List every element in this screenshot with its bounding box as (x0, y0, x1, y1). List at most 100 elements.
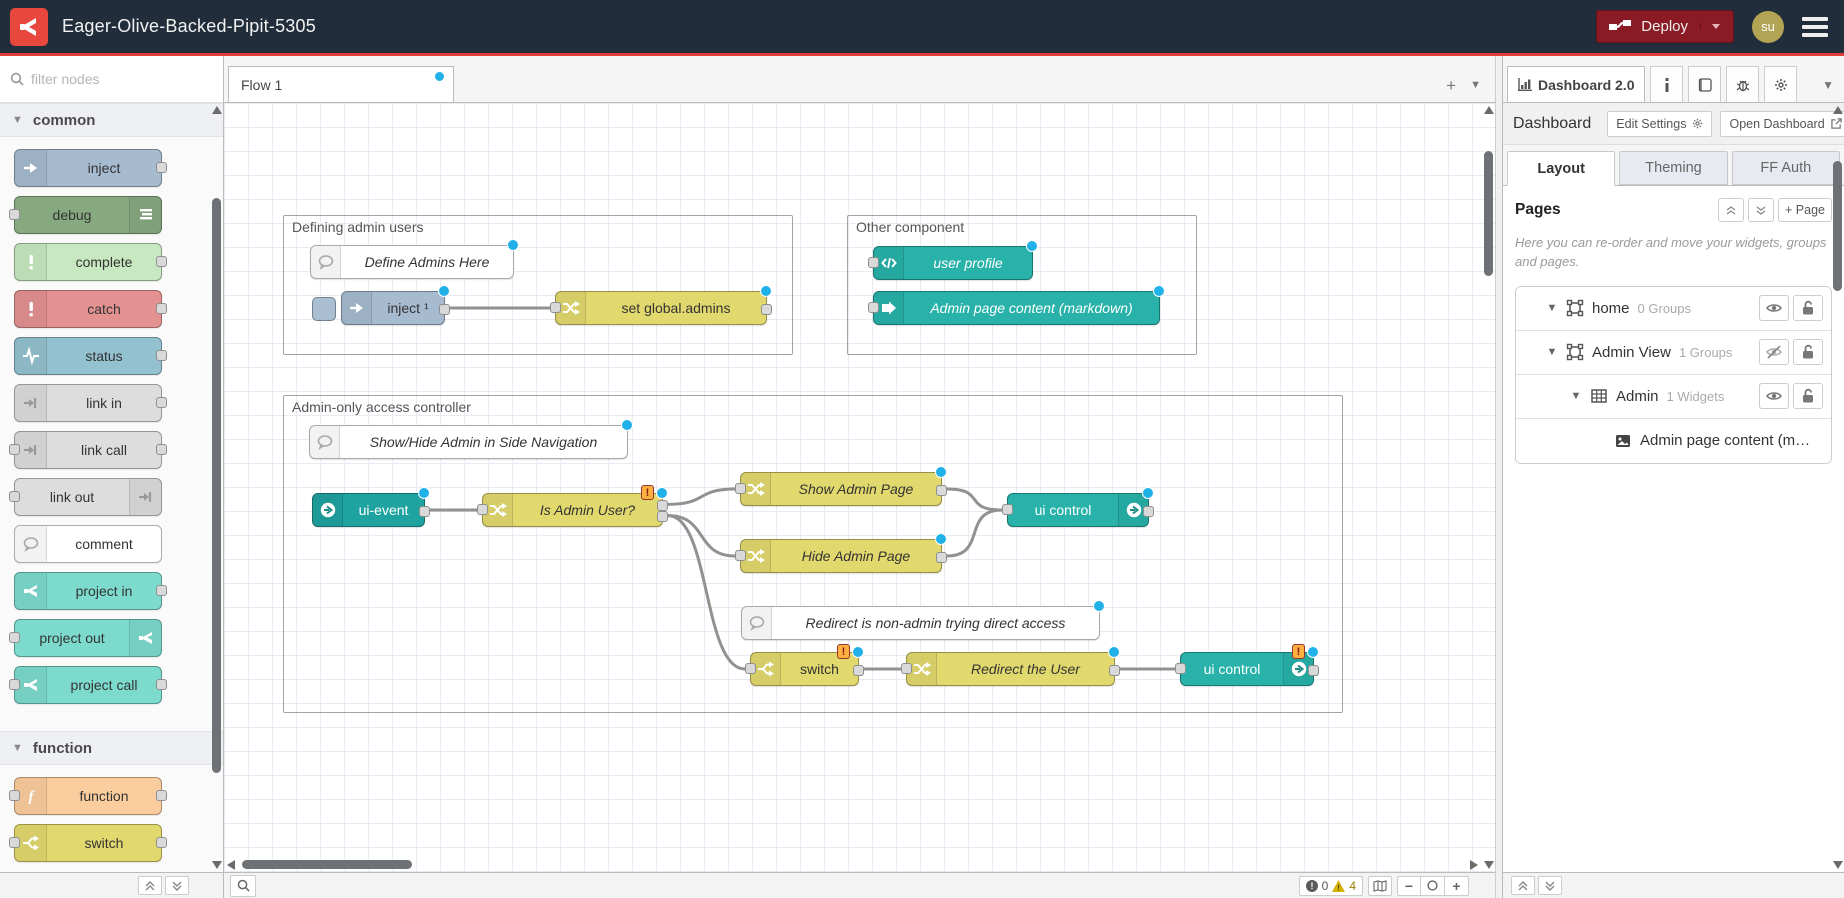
scroll-down-icon[interactable] (212, 861, 222, 869)
palette-node-project-out[interactable]: project out (14, 619, 162, 657)
change-node[interactable]: set global.admins (555, 291, 767, 325)
canvas-vscrollbar[interactable] (1481, 103, 1495, 872)
input-port[interactable] (477, 504, 488, 515)
sidebar-scroll-thumb[interactable] (1833, 161, 1842, 291)
tree-row-home[interactable]: ▼home0 Groups (1516, 287, 1831, 331)
switch-node[interactable]: switch! (750, 652, 859, 686)
palette-node-inject[interactable]: inject (14, 149, 162, 187)
change-node[interactable]: Hide Admin Page (740, 539, 942, 573)
flow-group-g1[interactable]: Defining admin users (283, 215, 793, 355)
tab-config[interactable] (1764, 66, 1797, 102)
tab-dashboard-2[interactable]: Dashboard 2.0 (1507, 66, 1645, 102)
output-port[interactable] (761, 304, 772, 315)
output-port[interactable] (1143, 506, 1154, 517)
input-port[interactable] (745, 663, 756, 674)
zoom-out-button[interactable]: − (1397, 876, 1421, 896)
palette-node-status[interactable]: status (14, 337, 162, 375)
zoom-reset-button[interactable] (1421, 876, 1445, 896)
flow-list-chevron-icon[interactable]: ▼ (1470, 80, 1481, 91)
dashboard-tab-ff-auth[interactable]: FF Auth (1732, 151, 1840, 185)
palette-node-comment[interactable]: comment (14, 525, 162, 563)
canvas-vscroll-thumb[interactable] (1484, 151, 1493, 276)
palette-filter-input[interactable] (31, 71, 191, 87)
inject-node[interactable]: inject ¹ (341, 291, 445, 325)
tab-info[interactable] (1650, 66, 1683, 102)
input-port[interactable] (1175, 663, 1186, 674)
input-port[interactable] (735, 550, 746, 561)
palette-category-function[interactable]: ▼function (0, 731, 223, 765)
palette-node-complete[interactable]: complete (14, 243, 162, 281)
deploy-button[interactable]: Deploy (1596, 10, 1734, 43)
palette-node-project-call[interactable]: project call (14, 666, 162, 704)
tree-row-admin[interactable]: ▼Admin1 Widgets (1516, 375, 1831, 419)
deploy-options-chevron-icon[interactable] (1700, 23, 1721, 30)
sidebar-expand-all-button[interactable] (1538, 876, 1562, 895)
scroll-down-icon[interactable] (1833, 861, 1843, 869)
flow-group-g2[interactable]: Other component (847, 215, 1197, 355)
palette-node-debug[interactable]: debug (14, 196, 162, 234)
canvas-hscroll-thumb[interactable] (242, 860, 412, 869)
user-avatar[interactable]: su (1752, 11, 1784, 43)
ui-control-node[interactable]: ui control! (1180, 652, 1314, 686)
dashboard-tab-layout[interactable]: Layout (1507, 151, 1615, 186)
switch-node[interactable]: Is Admin User?! (482, 493, 663, 527)
pages-collapse-all-button[interactable] (1718, 198, 1744, 222)
open-dashboard-button[interactable]: Open Dashboard (1720, 111, 1844, 137)
palette-node-link-call[interactable]: link call (14, 431, 162, 469)
output-port[interactable] (419, 506, 430, 517)
change-node[interactable]: Show Admin Page (740, 472, 942, 506)
tab-help[interactable] (1688, 66, 1721, 102)
sidebar-collapse-all-button[interactable] (1511, 876, 1535, 895)
visibility-toggle-button[interactable] (1759, 339, 1789, 365)
ui-template-node[interactable]: user profile (873, 246, 1033, 280)
tab-debug[interactable] (1726, 66, 1759, 102)
flow-tab[interactable]: Flow 1 (228, 66, 454, 102)
chevron-down-icon[interactable]: ▼ (1570, 390, 1582, 402)
lock-toggle-button[interactable] (1793, 339, 1823, 365)
sidebar-splitter[interactable] (1495, 56, 1503, 898)
palette-category-common[interactable]: ▼common (0, 103, 223, 137)
main-menu-icon[interactable] (1802, 17, 1828, 37)
tree-row-admin-view[interactable]: ▼Admin View1 Groups (1516, 331, 1831, 375)
ui-template-node[interactable]: Admin page content (markdown) (873, 291, 1160, 325)
ui-control-node[interactable]: ui control (1007, 493, 1149, 527)
input-port[interactable] (1002, 504, 1013, 515)
input-port[interactable] (735, 483, 746, 494)
inject-run-button[interactable] (312, 297, 336, 321)
scroll-right-icon[interactable] (1470, 860, 1478, 870)
output-port[interactable] (1109, 665, 1120, 676)
edit-settings-button[interactable]: Edit Settings (1607, 111, 1712, 137)
palette-node-link-out[interactable]: link out (14, 478, 162, 516)
palette-scrollbar[interactable] (209, 103, 223, 872)
scroll-left-icon[interactable] (227, 860, 235, 870)
ui-event-node[interactable]: ui-event (312, 493, 425, 527)
change-node[interactable]: Redirect the User (906, 652, 1115, 686)
output-port[interactable] (936, 485, 947, 496)
palette-expand-all-button[interactable] (165, 876, 189, 895)
sidebar-tab-list-chevron-icon[interactable]: ▼ (1822, 78, 1840, 102)
palette-node-switch[interactable]: switch (14, 824, 162, 862)
lock-toggle-button[interactable] (1793, 383, 1823, 409)
canvas-search-button[interactable] (230, 875, 256, 897)
palette-node-catch[interactable]: catch (14, 290, 162, 328)
output-port[interactable] (936, 552, 947, 563)
canvas-hscrollbar[interactable] (224, 858, 1481, 872)
add-page-button[interactable]: + Page (1778, 198, 1832, 222)
scroll-up-icon[interactable] (1833, 106, 1843, 114)
palette-search[interactable] (0, 56, 223, 103)
scroll-up-icon[interactable] (212, 106, 222, 114)
scroll-up-icon[interactable] (1484, 106, 1494, 114)
visibility-toggle-button[interactable] (1759, 383, 1789, 409)
pages-expand-all-button[interactable] (1748, 198, 1774, 222)
input-port[interactable] (868, 257, 879, 268)
input-port[interactable] (868, 302, 879, 313)
comment-node[interactable]: Redirect is non-admin trying direct acce… (741, 606, 1100, 640)
comment-node[interactable]: Show/Hide Admin in Side Navigation (309, 425, 628, 459)
palette-node-link-in[interactable]: link in (14, 384, 162, 422)
navigator-button[interactable] (1368, 876, 1392, 896)
scroll-down-icon[interactable] (1484, 861, 1494, 869)
output-port[interactable] (657, 511, 668, 522)
tree-row-admin-page-content-m-[interactable]: Admin page content (m… (1516, 419, 1831, 463)
output-port[interactable] (657, 500, 668, 511)
palette-scroll-thumb[interactable] (212, 198, 221, 773)
